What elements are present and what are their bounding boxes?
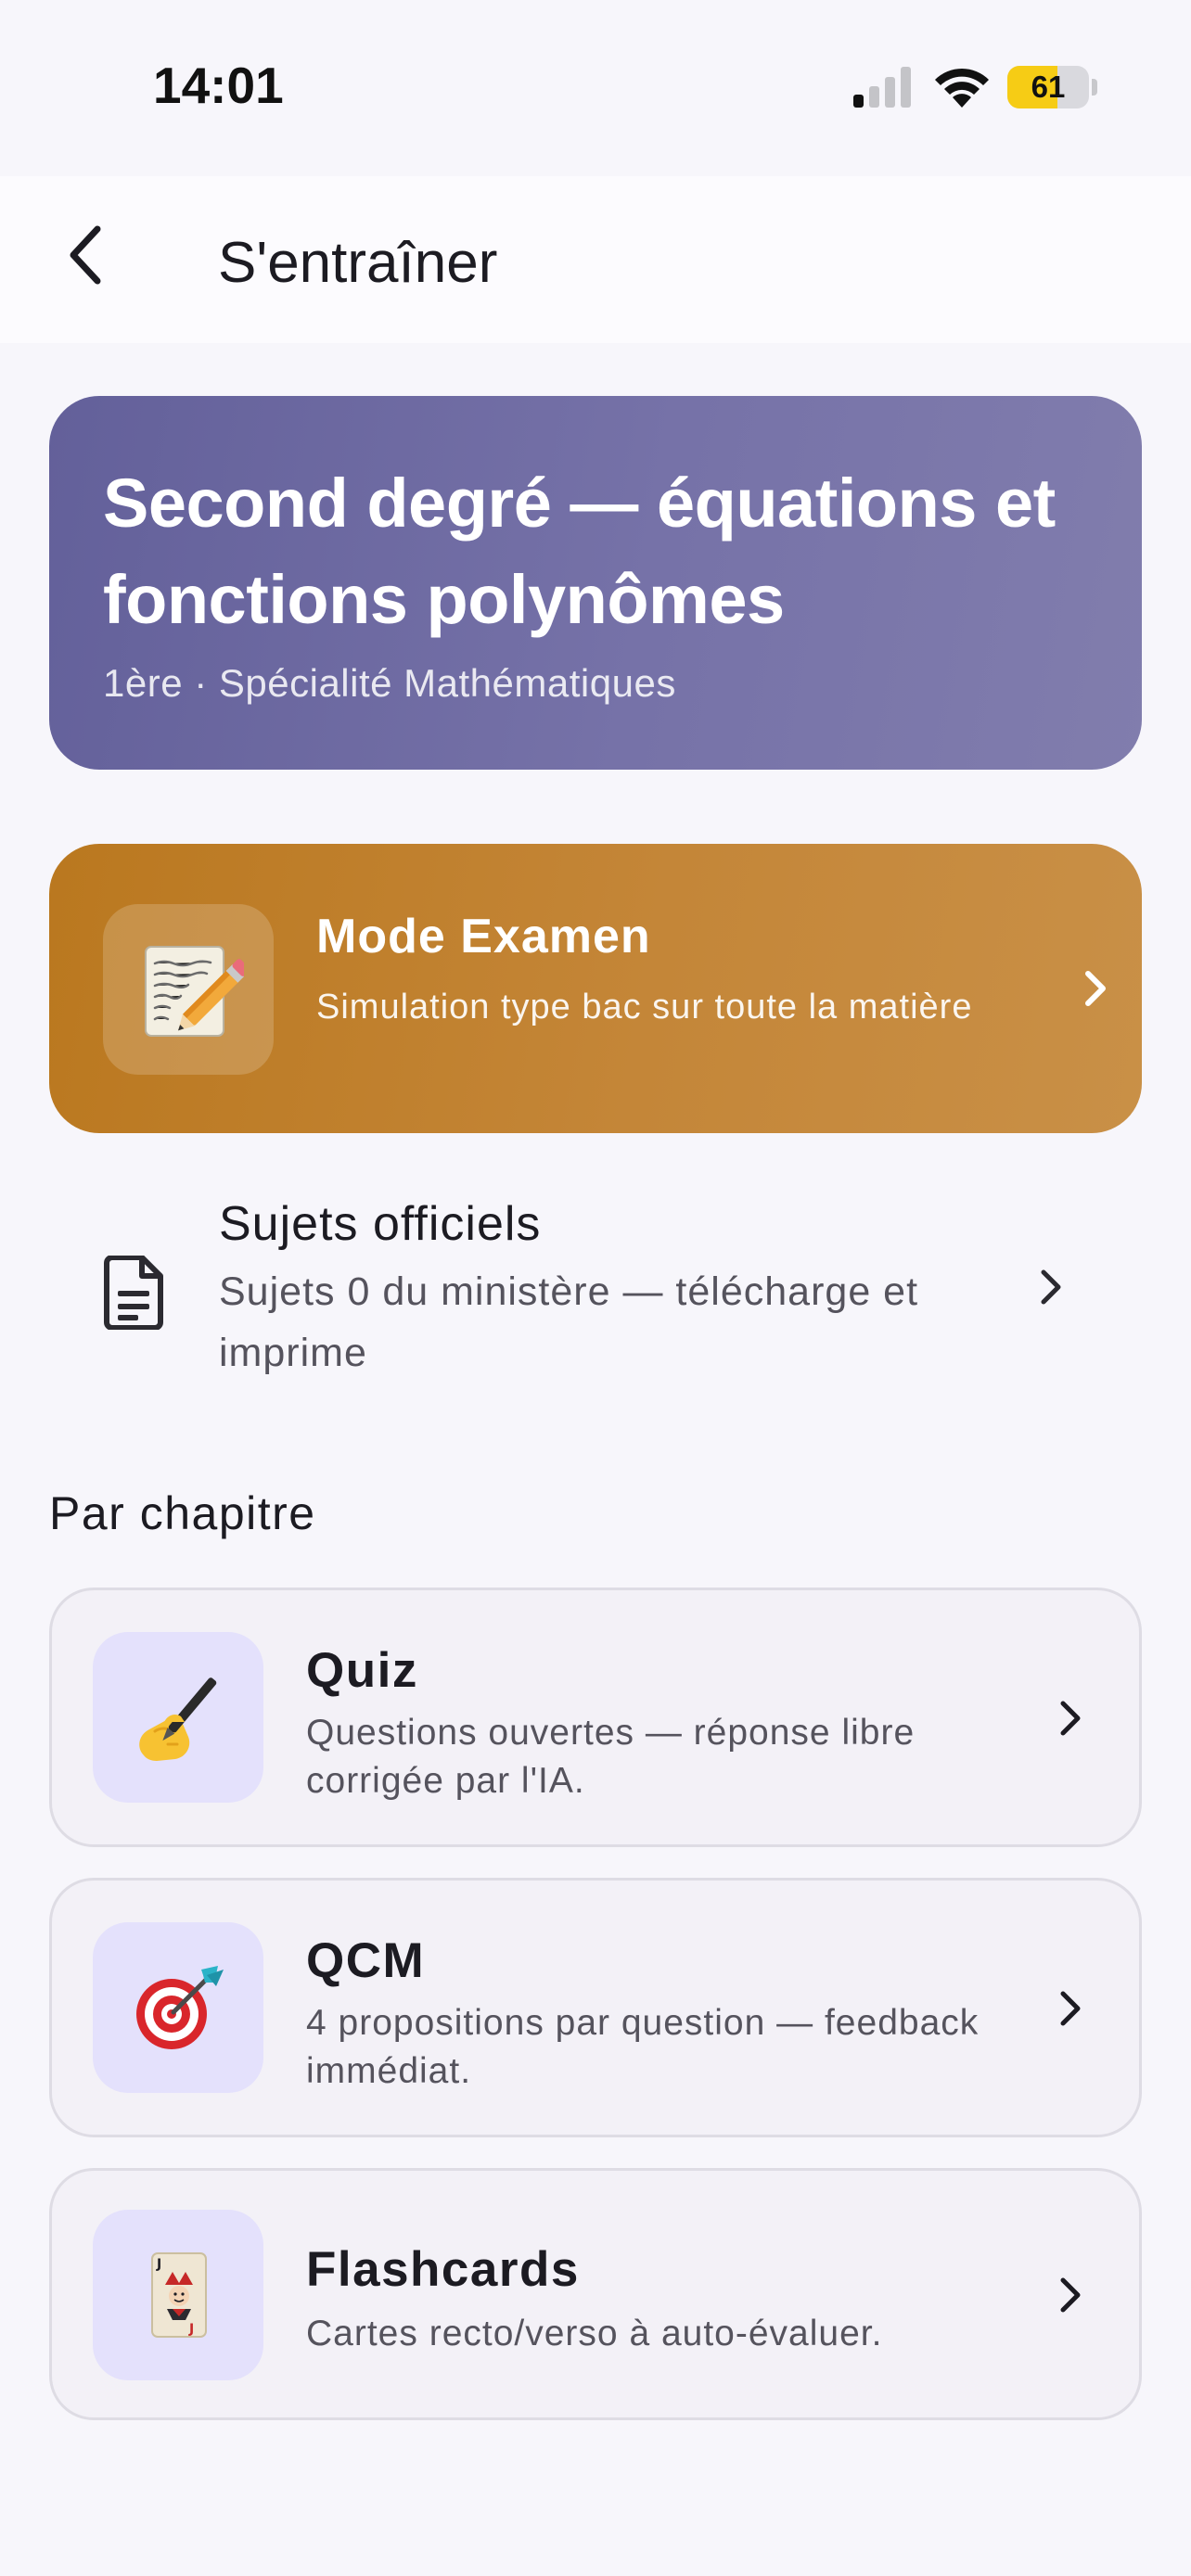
qcm-title: QCM <box>306 1933 426 1988</box>
chapter-subtitle: 1ère · Spécialité Mathématiques <box>103 661 676 705</box>
section-title: Par chapitre <box>49 1487 316 1539</box>
document-icon <box>104 1256 163 1330</box>
chevron-left-icon <box>70 225 101 285</box>
practice-screen: 14:01 61 S'entraîner Second degré — équa… <box>0 0 1191 2576</box>
joker-card-icon: J J <box>151 2252 207 2338</box>
status-bar: 14:01 61 <box>0 0 1191 176</box>
battery-percent: 61 <box>1031 70 1066 104</box>
status-time: 14:01 <box>153 57 284 114</box>
exam-icon-box <box>103 904 274 1075</box>
quiz-title: Quiz <box>306 1643 418 1698</box>
exam-mode-title: Mode Examen <box>316 910 651 963</box>
wifi-icon <box>935 68 989 108</box>
target-dart-icon <box>136 1966 224 2049</box>
chevron-right-icon <box>1060 1991 1081 2026</box>
exam-mode-description: Simulation type bac sur toute la matière <box>316 988 973 1027</box>
quiz-icon-box <box>93 1632 263 1803</box>
battery-indicator: 61 <box>1007 66 1089 108</box>
qcm-mode-card[interactable]: QCM 4 propositions par question — feedba… <box>49 1878 1142 2137</box>
chapter-title: Second degré — équations et fonctions po… <box>103 465 1056 638</box>
battery-cap <box>1092 79 1097 96</box>
official-subjects-row[interactable]: Sujets officiels Sujets 0 du ministère —… <box>49 1167 1142 1398</box>
flashcards-mode-card[interactable]: J J Flashcards Cartes recto/verso à auto… <box>49 2168 1142 2420</box>
navigation-bar: S'entraîner <box>0 176 1191 343</box>
official-subjects-description: Sujets 0 du ministère — télécharge et im… <box>219 1269 919 1375</box>
memo-pencil-icon <box>145 946 244 1037</box>
quiz-mode-card[interactable]: Quiz Questions ouvertes — réponse libre … <box>49 1588 1142 1847</box>
flashcards-title: Flashcards <box>306 2242 580 2297</box>
qcm-icon-box <box>93 1922 263 2093</box>
quiz-description: Questions ouvertes — réponse libre corri… <box>306 1713 916 1801</box>
page-title: S'entraîner <box>218 231 498 295</box>
cellular-signal-icon <box>853 67 911 108</box>
exam-mode-card[interactable]: Mode Examen Simulation type bac sur tout… <box>49 844 1142 1133</box>
flashcards-description: Cartes recto/verso à auto-évaluer. <box>306 2314 883 2353</box>
svg-text:J: J <box>188 2322 194 2337</box>
flashcards-icon-box: J J <box>93 2210 263 2380</box>
chevron-right-icon <box>1085 971 1106 1006</box>
chevron-right-icon <box>1060 1701 1081 1736</box>
chapter-header-card: Second degré — équations et fonctions po… <box>49 396 1142 770</box>
back-button[interactable] <box>46 213 130 297</box>
writing-hand-icon <box>139 1677 217 1761</box>
qcm-description: 4 propositions par question — feedback i… <box>306 2003 980 2091</box>
chevron-right-icon <box>1060 2277 1081 2313</box>
svg-text:J: J <box>156 2257 161 2272</box>
chevron-right-icon <box>1041 1269 1061 1305</box>
official-subjects-title: Sujets officiels <box>219 1197 542 1251</box>
